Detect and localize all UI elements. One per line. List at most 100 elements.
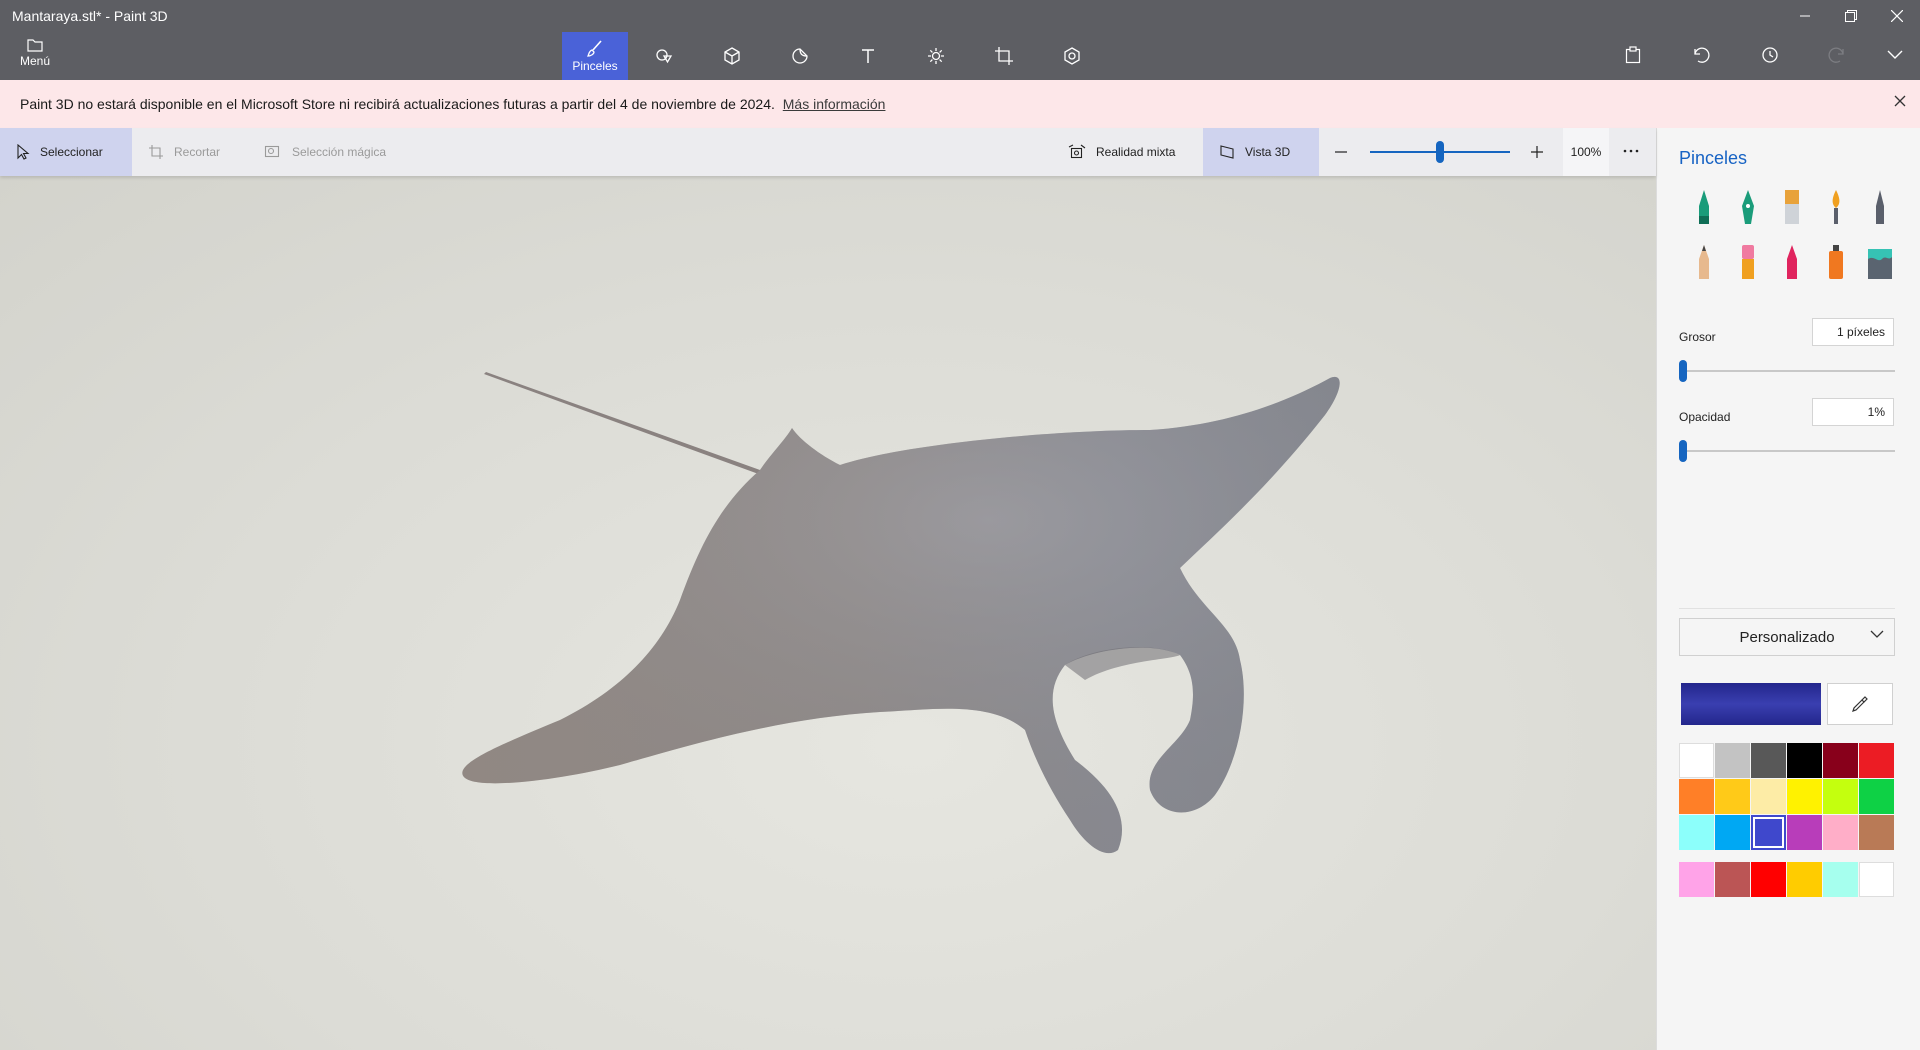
custom-color-swatch[interactable] <box>1679 862 1714 897</box>
color-swatch[interactable] <box>1787 779 1822 814</box>
title-bar: Mantaraya.stl* - Paint 3D Menú Pinceles <box>0 0 1920 80</box>
color-swatch[interactable] <box>1823 743 1858 778</box>
zoom-percentage[interactable]: 100% <box>1563 128 1609 176</box>
selection-toolbar: Seleccionar Recortar Selección mágica Re… <box>0 128 1656 176</box>
color-swatch[interactable] <box>1715 779 1750 814</box>
history-button[interactable] <box>1754 40 1784 70</box>
mixed-reality-button[interactable]: Realidad mixta <box>1068 128 1175 176</box>
color-swatch[interactable] <box>1751 743 1786 778</box>
oil-brush-icon <box>1785 190 1799 224</box>
opacity-slider-thumb[interactable] <box>1679 440 1687 462</box>
custom-color-swatch[interactable] <box>1715 862 1750 897</box>
calligraphy-pen-icon <box>1742 190 1754 224</box>
color-swatch[interactable] <box>1859 779 1894 814</box>
view-3d-button[interactable]: Vista 3D <box>1203 128 1319 176</box>
opacity-label: Opacidad <box>1679 410 1731 424</box>
color-swatch[interactable] <box>1823 815 1858 850</box>
2d-shapes-icon <box>656 49 673 64</box>
custom-color-swatch[interactable] <box>1859 862 1894 897</box>
window-title: Mantaraya.stl* - Paint 3D <box>12 8 168 24</box>
marker-brush[interactable] <box>1687 186 1721 230</box>
undo-icon <box>1694 47 1710 63</box>
crop-button[interactable]: Recortar <box>148 128 220 176</box>
color-swatch[interactable] <box>1751 779 1786 814</box>
color-swatch[interactable] <box>1787 815 1822 850</box>
minus-icon <box>1335 151 1347 153</box>
color-swatch[interactable] <box>1715 743 1750 778</box>
color-swatch[interactable] <box>1751 815 1786 850</box>
eraser-brush[interactable] <box>1731 241 1765 285</box>
crayon-brush[interactable] <box>1775 241 1809 285</box>
watercolor-brush[interactable] <box>1819 186 1853 230</box>
tool-3d-shapes[interactable] <box>699 32 765 80</box>
menu-button[interactable]: Menú <box>10 34 60 76</box>
3d-shapes-icon <box>724 47 740 65</box>
color-mode-value: Personalizado <box>1739 628 1835 646</box>
more-info-link[interactable]: Más información <box>783 96 886 112</box>
select-button[interactable]: Seleccionar <box>0 128 132 176</box>
minimize-button[interactable] <box>1782 0 1828 32</box>
tool-stickers[interactable] <box>767 32 833 80</box>
color-swatch[interactable] <box>1859 743 1894 778</box>
tool-text[interactable] <box>835 32 901 80</box>
custom-color-swatch[interactable] <box>1751 862 1786 897</box>
expand-button[interactable] <box>1880 40 1910 70</box>
calligraphy-pen-brush[interactable] <box>1731 186 1765 230</box>
opacity-input[interactable]: 1% <box>1812 398 1894 426</box>
spray-can-brush[interactable] <box>1819 241 1853 285</box>
restore-button[interactable] <box>1828 0 1874 32</box>
manta-tail <box>484 372 764 476</box>
zoom-in-button[interactable] <box>1530 145 1544 162</box>
color-swatch[interactable] <box>1679 743 1714 778</box>
tool-2d-shapes[interactable] <box>631 32 697 80</box>
restore-icon <box>1845 10 1857 22</box>
color-swatch[interactable] <box>1679 779 1714 814</box>
tool-canvas[interactable] <box>971 32 1037 80</box>
tool-3d-library[interactable] <box>1039 32 1105 80</box>
eyedropper-button[interactable] <box>1827 683 1893 725</box>
current-color-swatch[interactable] <box>1681 683 1821 725</box>
mixed-reality-label: Realidad mixta <box>1096 145 1176 159</box>
tool-brushes[interactable]: Pinceles <box>562 32 628 80</box>
color-swatch[interactable] <box>1787 743 1822 778</box>
fill-bucket-icon <box>1868 249 1892 279</box>
cursor-icon <box>17 144 30 160</box>
color-swatch[interactable] <box>1679 815 1714 850</box>
close-window-button[interactable] <box>1874 0 1920 32</box>
magic-select-button[interactable]: Selección mágica <box>264 128 386 176</box>
thickness-slider-thumb[interactable] <box>1679 360 1687 382</box>
paste-button[interactable] <box>1618 40 1648 70</box>
color-swatch[interactable] <box>1715 815 1750 850</box>
oil-brush[interactable] <box>1775 186 1809 230</box>
pixel-pen-brush[interactable] <box>1863 186 1897 230</box>
pencil-icon <box>1699 245 1709 279</box>
pencil-brush[interactable] <box>1687 241 1721 285</box>
zoom-out-button[interactable] <box>1334 145 1350 162</box>
folder-icon <box>27 39 43 52</box>
more-options-button[interactable] <box>1622 141 1640 166</box>
more-icon <box>1623 149 1639 153</box>
tool-effects[interactable] <box>903 32 969 80</box>
color-swatch[interactable] <box>1859 815 1894 850</box>
custom-color-swatch[interactable] <box>1787 862 1822 897</box>
magic-select-icon <box>264 145 280 158</box>
fill-bucket-brush[interactable] <box>1863 241 1897 285</box>
banner-close-button[interactable] <box>1894 94 1906 112</box>
thickness-slider-track <box>1679 370 1895 372</box>
deprecation-banner: Paint 3D no estará disponible en el Micr… <box>0 80 1920 128</box>
panel-title: Pinceles <box>1679 148 1748 168</box>
color-swatch[interactable] <box>1823 779 1858 814</box>
zoom-slider-thumb[interactable] <box>1436 141 1444 163</box>
thickness-input[interactable]: 1 píxeles <box>1812 318 1894 346</box>
manta-shading <box>462 376 1340 854</box>
canvas-3d[interactable] <box>0 176 1656 1050</box>
chevron-down-icon <box>1870 630 1884 638</box>
undo-button[interactable] <box>1686 40 1716 70</box>
marker-icon <box>1699 190 1709 224</box>
color-mode-dropdown[interactable]: Personalizado <box>1679 618 1895 656</box>
zoom-slider[interactable] <box>1370 128 1510 176</box>
manta-ray-model[interactable] <box>0 176 1656 1050</box>
redo-button[interactable] <box>1822 40 1852 70</box>
3d-library-icon <box>1064 47 1080 65</box>
custom-color-swatch[interactable] <box>1823 862 1858 897</box>
